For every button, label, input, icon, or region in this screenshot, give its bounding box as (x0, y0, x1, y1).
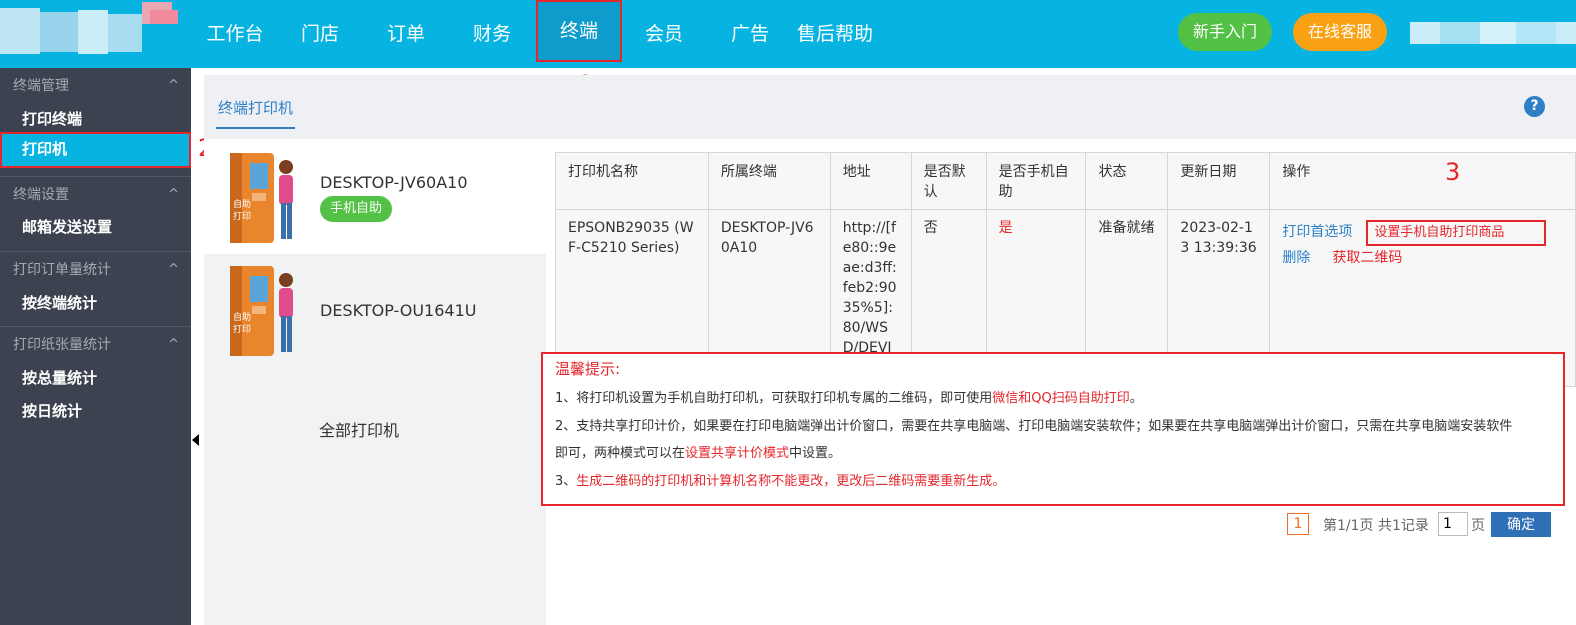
nav-ads[interactable]: 广告 (720, 0, 780, 68)
column-header: 打印机名称 (555, 152, 709, 210)
page-number-button[interactable]: 1 (1287, 513, 1309, 535)
nav-terminal[interactable]: 终端 (536, 0, 622, 62)
device-name: DESKTOP-JV60A10 (320, 173, 468, 192)
sidebar-group-label: 打印纸张量统计 (13, 337, 111, 353)
beginner-guide-button[interactable]: 新手入门 (1178, 13, 1272, 51)
tips-text: 。 (1129, 391, 1143, 406)
sidebar-item-by-total[interactable]: 按总量统计 (0, 362, 191, 394)
nav-members[interactable]: 会员 (634, 0, 694, 68)
svg-text:打印: 打印 (233, 323, 251, 335)
svg-text:自助: 自助 (233, 311, 251, 323)
shared-pricing-mode-link[interactable]: 设置共享计价模式 (685, 446, 789, 461)
sidebar-item-by-terminal[interactable]: 按终端统计 (0, 287, 191, 319)
page-unit-label: 页 (1471, 518, 1485, 534)
nav-finance[interactable]: 财务 (462, 0, 522, 68)
sidebar-group-paper-stats[interactable]: 打印纸张量统计 ^ (0, 326, 191, 362)
sidebar-item-print-terminal[interactable]: 打印终端 (0, 103, 191, 135)
tips-title: 温馨提示: (555, 360, 621, 378)
svg-text:打印: 打印 (233, 210, 251, 222)
nav-orders[interactable]: 订单 (376, 0, 436, 68)
sidebar-item-printer[interactable]: 打印机 (0, 132, 191, 168)
column-header: 更新日期 (1167, 152, 1271, 210)
set-mobile-goods-link[interactable]: 设置手机自助打印商品 (1366, 220, 1547, 246)
tips-highlight: 微信和QQ扫码自助打印 (992, 391, 1130, 406)
tips-line-3: 即可，两种模式可以在设置共享计价模式中设置。 (555, 442, 841, 461)
chevron-up-icon: ^ (168, 187, 179, 202)
sidebar-group-label: 终端设置 (13, 187, 69, 203)
sidebar-group-terminal-settings[interactable]: 终端设置 ^ (0, 176, 191, 212)
delete-link[interactable]: 删除 (1282, 248, 1310, 268)
device-list: 自助 打印 DESKTOP-JV60A10 手机自助 自助 打印 DESKTOP… (204, 139, 546, 625)
device-item[interactable]: 自助 打印 DESKTOP-JV60A10 手机自助 (204, 139, 546, 254)
chevron-up-icon: ^ (168, 78, 179, 93)
sidebar-item-by-day[interactable]: 按日统计 (0, 395, 191, 427)
get-qr-code-link[interactable]: 获取二维码 (1332, 248, 1402, 268)
online-service-button[interactable]: 在线客服 (1293, 13, 1387, 51)
tab-bar (204, 75, 1576, 139)
tips-text: 3、 (555, 474, 577, 489)
column-header: 所属终端 (707, 152, 831, 210)
sidebar-group-terminal-management[interactable]: 终端管理 ^ (0, 68, 191, 104)
kiosk-label: 自助 (233, 198, 251, 210)
sidebar-group-label: 打印订单量统计 (13, 262, 111, 278)
tips-text: 即可，两种模式可以在 (555, 446, 686, 461)
logo (0, 0, 190, 68)
tips-line-4: 3、生成二维码的打印机和计算机名称不能更改，更改后二维码需要重新生成。 (555, 470, 1005, 489)
user-account-menu[interactable] (1410, 22, 1576, 44)
sidebar-group-order-stats[interactable]: 打印订单量统计 ^ (0, 251, 191, 287)
confirm-page-button[interactable]: 确定 (1491, 512, 1551, 537)
column-header: 是否默认 (910, 152, 987, 210)
kiosk-illustration-icon: 自助 打印 (230, 266, 293, 356)
annotation-marker-3: 3 (1445, 158, 1461, 186)
nav-after-sales[interactable]: 售后帮助 (794, 0, 876, 68)
column-header: 地址 (829, 152, 912, 210)
chevron-up-icon: ^ (168, 262, 179, 277)
sidebar-collapse-arrow-icon[interactable] (192, 434, 199, 446)
table-header-row: 打印机名称 所属终端 地址 是否默认 是否手机自助 状态 更新日期 操作 (555, 152, 1576, 210)
mobile-self-service-badge: 手机自助 (320, 196, 393, 222)
page-info: 第1/1页 共1记录 (1323, 518, 1429, 534)
top-nav-bar: 工作台 门店 订单 财务 终端 会员 广告 售后帮助 新手入门 在线客服 (0, 0, 1576, 68)
column-header: 是否手机自助 (985, 152, 1087, 210)
help-icon[interactable]: ? (1524, 96, 1545, 117)
column-header-label: 操作 (1282, 164, 1311, 180)
tips-text: 1、将打印机设置为手机自助打印机，可获取打印机专属的二维码，即可使用 (555, 391, 993, 406)
all-printers-link[interactable]: 全部打印机 (319, 417, 399, 441)
chevron-up-icon: ^ (168, 337, 179, 352)
sidebar-item-email-settings[interactable]: 邮箱发送设置 (0, 211, 191, 243)
nav-stores[interactable]: 门店 (290, 0, 350, 68)
device-name: DESKTOP-OU1641U (320, 301, 477, 320)
tips-text: 中设置。 (789, 446, 842, 461)
tab-terminal-printers[interactable]: 终端打印机 (216, 96, 296, 129)
print-preferences-link[interactable]: 打印首选项 (1282, 222, 1352, 242)
nav-workbench[interactable]: 工作台 (196, 0, 274, 68)
tips-highlight: 生成二维码的打印机和计算机名称不能更改，更改后二维码需要重新生成。 (576, 474, 1006, 489)
kiosk-illustration-icon: 自助 打印 (230, 153, 293, 243)
tips-box: 温馨提示: 1、将打印机设置为手机自助打印机，可获取打印机专属的二维码，即可使用… (541, 352, 1565, 506)
tips-line-2: 2、支持共享打印计价，如果要在打印电脑端弹出计价窗口，需要在共享电脑端、打印电脑… (555, 419, 1513, 434)
device-item[interactable]: 自助 打印 DESKTOP-OU1641U (204, 254, 546, 366)
column-header: 操作 (1269, 152, 1576, 210)
tips-line-1: 1、将打印机设置为手机自助打印机，可获取打印机专属的二维码，即可使用微信和QQ扫… (555, 387, 1143, 406)
sidebar-group-label: 终端管理 (13, 78, 69, 94)
column-header: 状态 (1085, 152, 1169, 210)
page-jump-input[interactable] (1438, 512, 1468, 536)
